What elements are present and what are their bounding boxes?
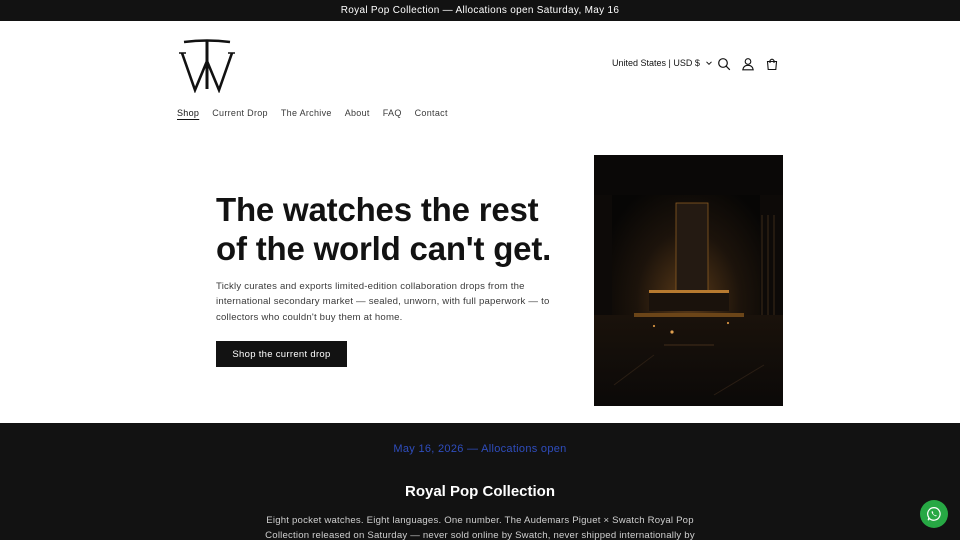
main-nav: Shop Current Drop The Archive About FAQ … [177, 108, 448, 118]
nav-item-archive[interactable]: The Archive [281, 108, 332, 118]
collection-date[interactable]: May 16, 2026 — Allocations open [0, 443, 960, 455]
brand-logo[interactable] [178, 37, 236, 93]
collection-description: Eight pocket watches. Eight languages. O… [265, 515, 695, 540]
locale-label: United States | USD $ [612, 58, 700, 68]
collection-title: Royal Pop Collection [404, 483, 555, 500]
nav-item-shop[interactable]: Shop [177, 108, 199, 118]
chevron-down-icon [706, 61, 712, 66]
hero-description: Tickly curates and exports limited-editi… [216, 281, 550, 323]
account-icon[interactable] [741, 57, 755, 71]
collection-section: May 16, 2026 — Allocations open Royal Po… [0, 423, 960, 540]
search-icon[interactable] [717, 57, 731, 71]
nav-item-contact[interactable]: Contact [415, 108, 448, 118]
shop-current-drop-button[interactable]: Shop the current drop [216, 341, 347, 367]
cart-icon[interactable] [765, 57, 779, 71]
nav-item-current-drop[interactable]: Current Drop [212, 108, 268, 118]
nav-item-about[interactable]: About [345, 108, 370, 118]
announcement-bar: Royal Pop Collection — Allocations open … [0, 0, 960, 21]
whatsapp-icon [927, 506, 941, 521]
hero-title: The watches the rest of the world can't … [216, 191, 552, 267]
whatsapp-chat-button[interactable] [920, 500, 948, 528]
locale-selector[interactable]: United States | USD $ [612, 58, 713, 68]
nav-item-faq[interactable]: FAQ [383, 108, 402, 118]
announcement-text: Royal Pop Collection — Allocations open … [340, 5, 620, 16]
hero-image [594, 155, 783, 406]
site-header: United States | USD $ Shop Current Drop … [0, 21, 960, 134]
